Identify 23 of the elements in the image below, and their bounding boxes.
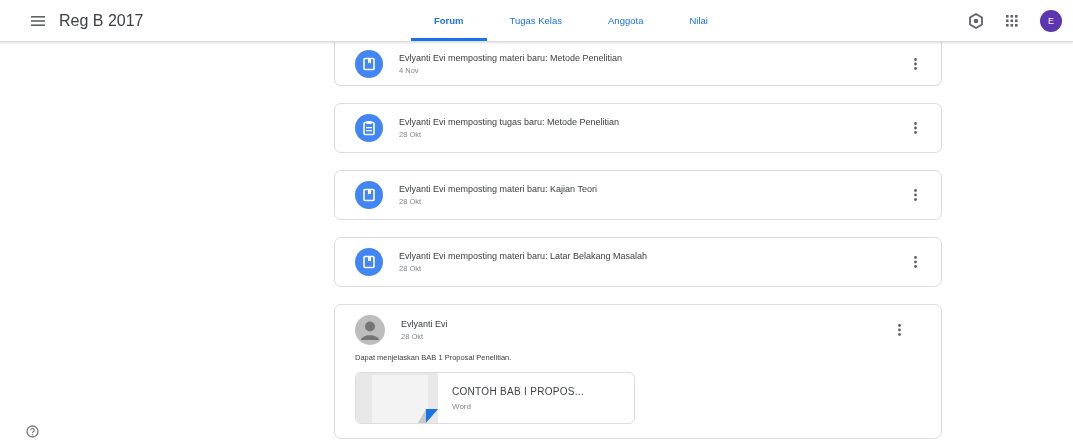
tab[interactable]: Tugas Kelas — [486, 0, 586, 41]
attachment-title: CONTOH BAB I PROPOS... — [452, 385, 584, 397]
help-icon[interactable] — [26, 425, 39, 438]
post-text: Evlyanti Evi memposting materi baru: Latar Belakang Masalah — [399, 251, 649, 261]
document-icon — [355, 248, 383, 276]
post-text: Evlyanti Evi memposting materi baru: Kajian Teori — [399, 184, 598, 194]
class-title: Reg B 2017 — [59, 11, 144, 30]
tab[interactable]: Anggota — [585, 0, 667, 41]
apps-grid-icon[interactable] — [1006, 14, 1018, 27]
avatar-icon — [355, 315, 385, 345]
author-name: Evlyanti Evi — [401, 319, 449, 329]
menu-icon[interactable] — [31, 15, 45, 26]
clipboard-icon — [355, 114, 383, 142]
document-icon — [355, 181, 383, 209]
tab[interactable]: Forum — [411, 0, 487, 41]
attachment-card[interactable]: CONTOH BAB I PROPOS... Word — [355, 372, 635, 424]
attachment-type: Word — [452, 401, 472, 411]
document-icon — [355, 49, 383, 78]
post-text: Evlyanti Evi memposting tugas baru: Metode Penelitian — [399, 117, 621, 127]
tab[interactable]: Nilai — [666, 0, 731, 41]
user-avatar[interactable]: E — [1040, 9, 1062, 32]
post-text: Evlyanti Evi memposting materi baru: Metode Penelitian — [399, 52, 624, 63]
settings-icon[interactable] — [968, 12, 984, 29]
